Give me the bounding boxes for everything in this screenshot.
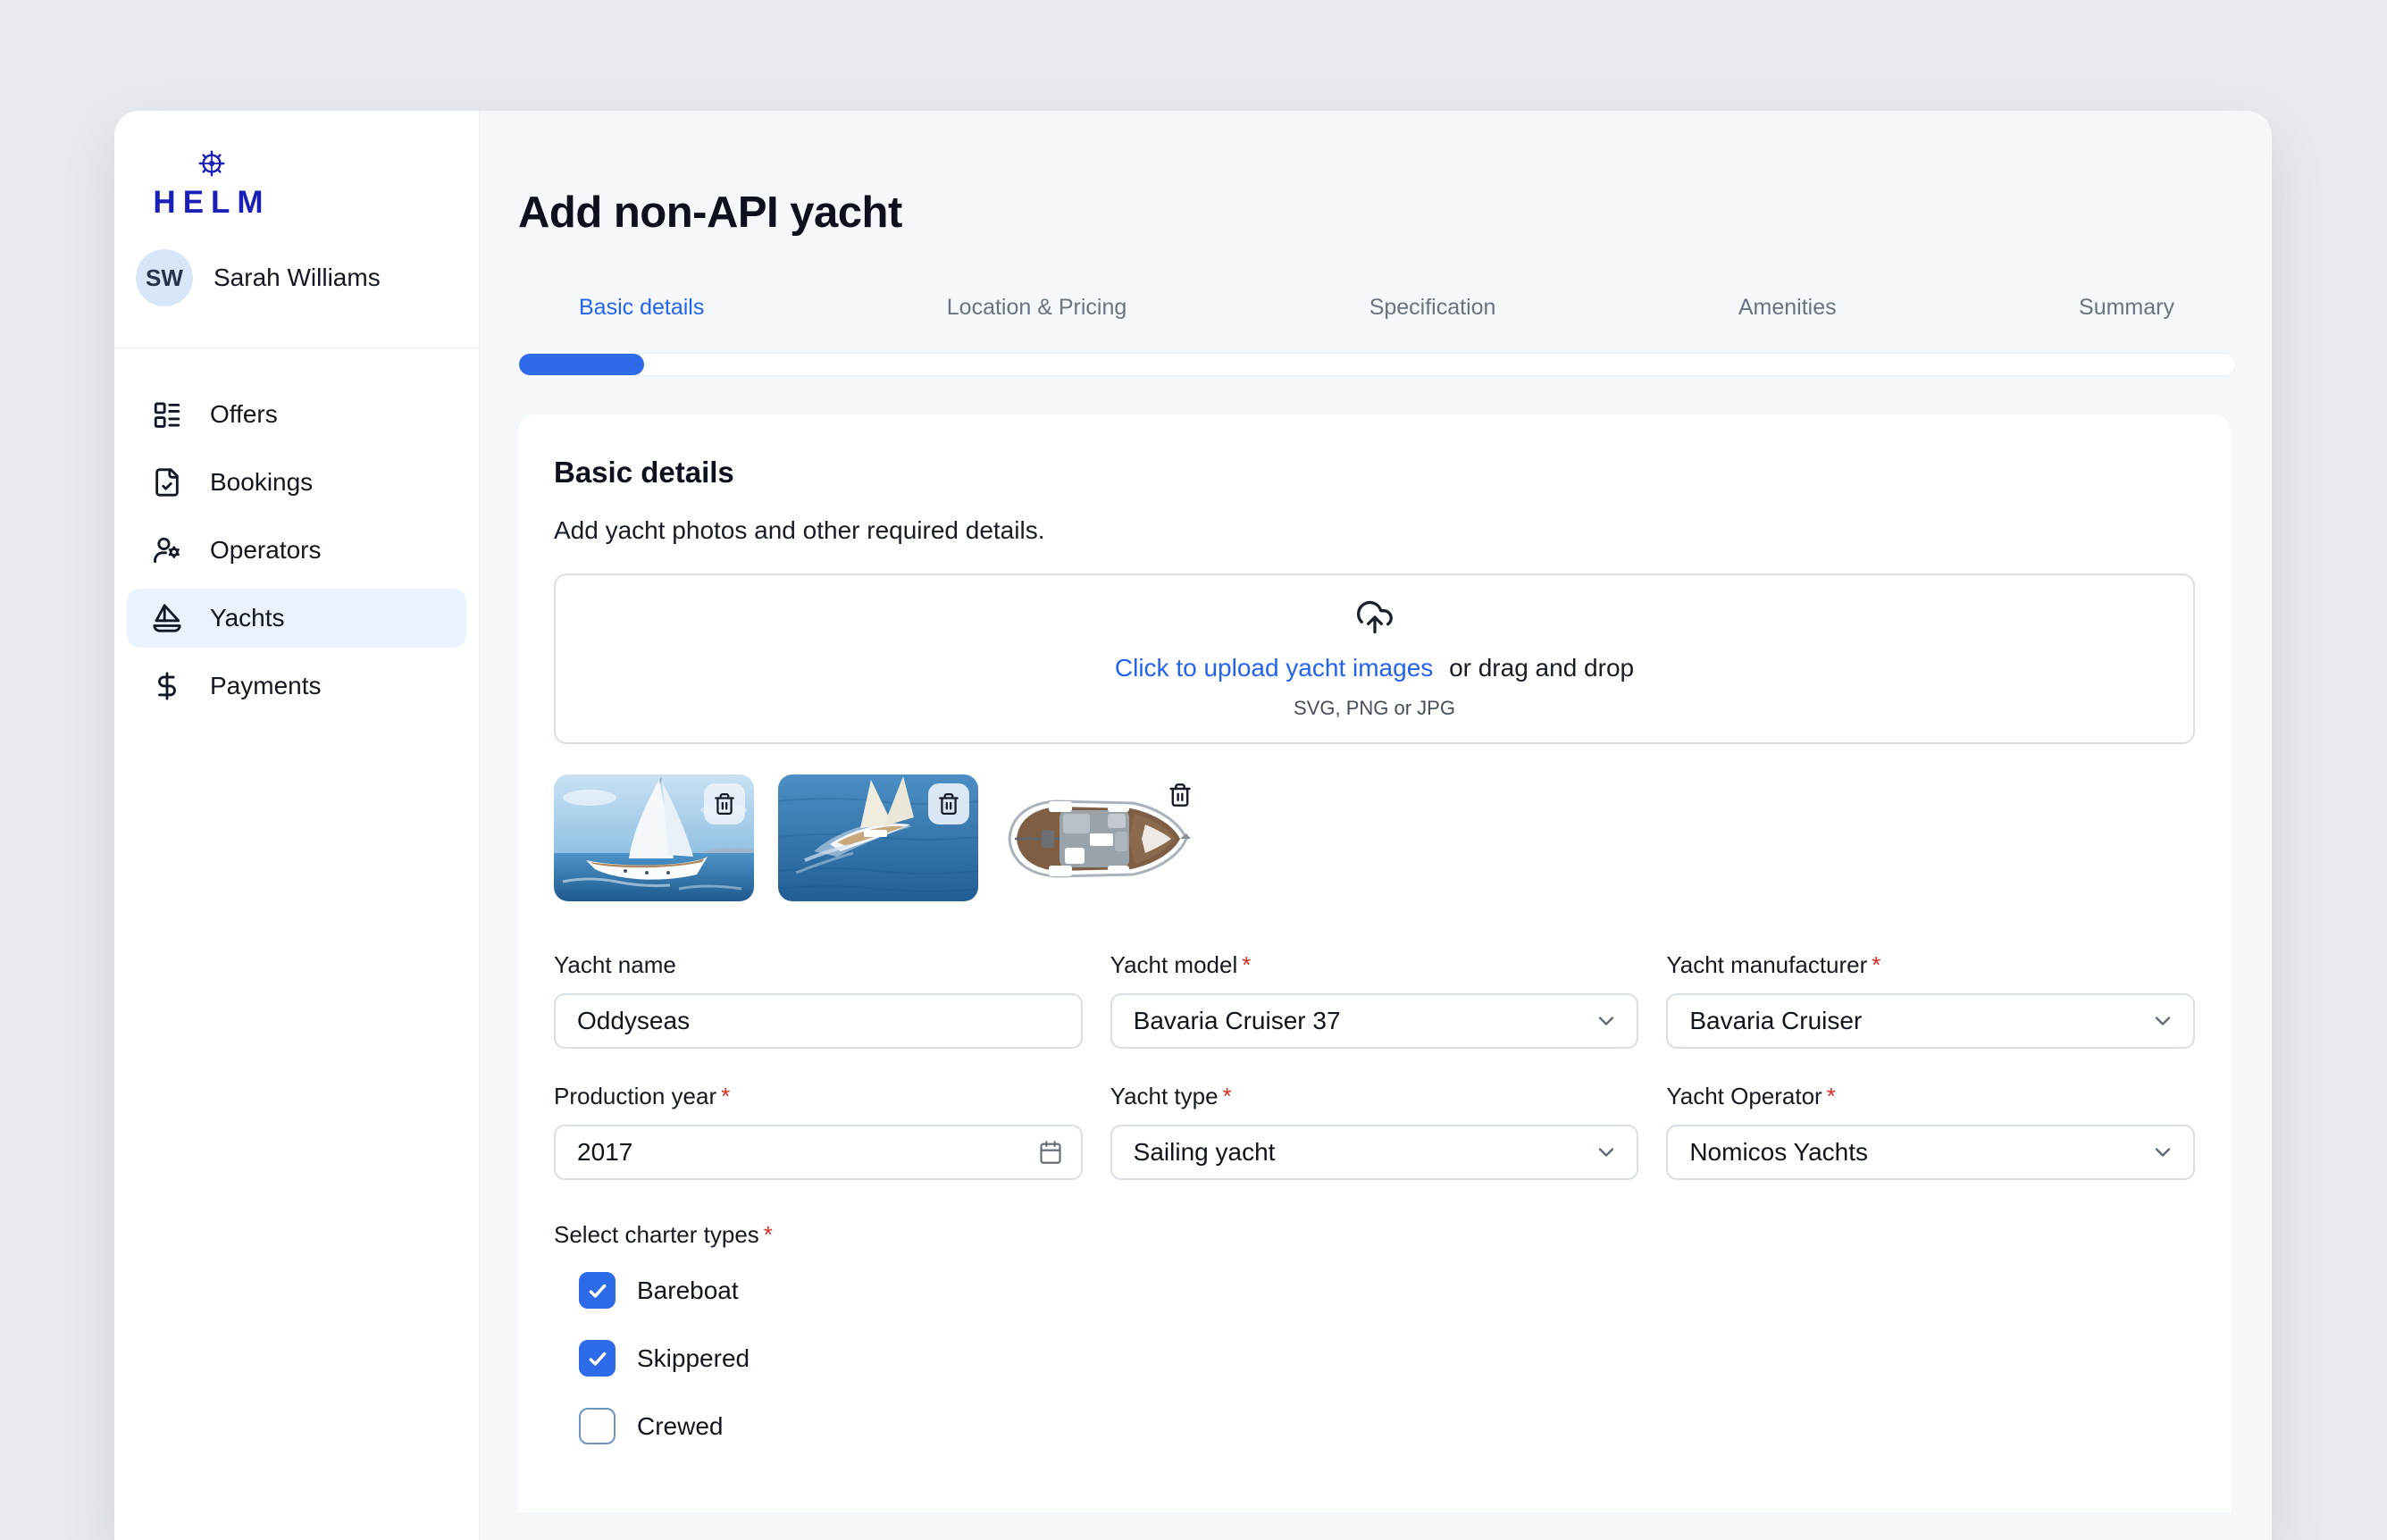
sidebar-item-bookings[interactable]: Bookings [127, 453, 466, 512]
upload-cloud-icon [1355, 598, 1395, 641]
tab-summary[interactable]: Summary [2079, 295, 2174, 321]
yacht-image-3 [1002, 774, 1192, 901]
file-check-icon [151, 466, 183, 498]
checkbox-label: Bareboat [637, 1276, 739, 1305]
delete-image-button[interactable] [928, 783, 969, 824]
field-label: Yacht Operator* [1666, 1083, 2195, 1110]
field-label: Production year* [554, 1083, 1083, 1110]
tab-specification[interactable]: Specification [1369, 295, 1496, 321]
sidebar-item-payments[interactable]: Payments [127, 657, 466, 716]
required-marker: * [1242, 951, 1251, 978]
field-yacht-manufacturer: Yacht manufacturer* Bavaria Cruiser [1666, 951, 2195, 1049]
field-yacht-model: Yacht model* Bavaria Cruiser 37 [1110, 951, 1639, 1049]
sidebar-item-label: Operators [210, 536, 322, 565]
user-name: Sarah Williams [214, 264, 381, 292]
field-production-year: Production year* [554, 1083, 1083, 1180]
checkbox-box [579, 1272, 616, 1309]
field-label: Yacht model* [1110, 951, 1639, 979]
upload-dropzone[interactable]: Click to upload yacht images or drag and… [554, 573, 2195, 744]
upload-suffix: or drag and drop [1449, 654, 1634, 682]
sidebar-item-label: Payments [210, 672, 322, 700]
section-subtitle: Add yacht photos and other required deta… [554, 516, 2195, 545]
sidebar-item-offers[interactable]: Offers [127, 385, 466, 444]
charter-types-group: Select charter types* Bareboat [554, 1221, 2195, 1444]
sidebar-nav: Offers Bookings [114, 385, 479, 716]
field-label: Yacht name [554, 951, 1083, 979]
avatar: SW [136, 249, 193, 306]
checkbox-skippered[interactable]: Skippered [579, 1340, 2195, 1377]
brand-logo: HELM [145, 148, 279, 221]
sidebar-item-yachts[interactable]: Yachts [127, 589, 466, 648]
charter-options: Bareboat Skippered Crewed [579, 1272, 2195, 1444]
sidebar: HELM SW Sarah Williams Offers [114, 111, 480, 1540]
checkbox-label: Crewed [637, 1412, 723, 1441]
ship-wheel-icon [145, 148, 279, 183]
yacht-form: Yacht name Yacht model* Bavaria Cruiser [554, 951, 2195, 1180]
field-yacht-type: Yacht type* Sailing yacht [1110, 1083, 1639, 1180]
progress-fill [519, 354, 644, 375]
field-label: Yacht type* [1110, 1083, 1639, 1110]
tab-basic-details[interactable]: Basic details [579, 295, 704, 321]
field-yacht-operator: Yacht Operator* Nomicos Yachts [1666, 1083, 2195, 1180]
sidebar-divider [114, 347, 479, 348]
uploaded-images [554, 774, 2195, 901]
stepper-tabs: Basic details Location & Pricing Specifi… [579, 295, 2174, 321]
yacht-model-select[interactable]: Bavaria Cruiser 37 [1110, 993, 1639, 1049]
upload-formats: SVG, PNG or JPG [1294, 697, 1455, 720]
sidebar-item-label: Offers [210, 400, 278, 429]
required-marker: * [764, 1221, 773, 1248]
field-label: Yacht manufacturer* [1666, 951, 2195, 979]
page-title: Add non-API yacht [518, 188, 2272, 238]
yacht-image-2 [778, 774, 978, 901]
required-marker: * [721, 1083, 730, 1109]
required-marker: * [1223, 1083, 1232, 1109]
field-yacht-name: Yacht name [554, 951, 1083, 1049]
upload-link[interactable]: Click to upload yacht images [1115, 654, 1433, 682]
app-window: HELM SW Sarah Williams Offers [114, 111, 2272, 1540]
charter-types-label: Select charter types* [554, 1221, 2195, 1249]
production-year-input[interactable] [554, 1125, 1083, 1180]
tab-amenities[interactable]: Amenities [1738, 295, 1837, 321]
screen: HELM SW Sarah Williams Offers [0, 0, 2387, 1540]
checkbox-bareboat[interactable]: Bareboat [579, 1272, 2195, 1309]
sidebar-item-label: Bookings [210, 468, 313, 497]
checkbox-box [579, 1340, 616, 1377]
sidebar-item-operators[interactable]: Operators [127, 521, 466, 580]
progress-bar [518, 353, 2236, 376]
yacht-type-select[interactable]: Sailing yacht [1110, 1125, 1639, 1180]
user-gear-icon [151, 534, 183, 566]
checkbox-label: Skippered [637, 1344, 750, 1373]
checkbox-crewed[interactable]: Crewed [579, 1408, 2195, 1444]
yacht-manufacturer-select[interactable]: Bavaria Cruiser [1666, 993, 2195, 1049]
section-title: Basic details [554, 456, 2195, 490]
upload-text: Click to upload yacht images or drag and… [1115, 654, 1634, 682]
yacht-image-1 [554, 774, 754, 901]
yacht-operator-select[interactable]: Nomicos Yachts [1666, 1125, 2195, 1180]
sidebar-item-label: Yachts [210, 604, 285, 632]
user-profile[interactable]: SW Sarah Williams [114, 249, 479, 306]
main-content: Add non-API yacht Basic details Location… [480, 111, 2272, 1540]
sailboat-icon [151, 602, 183, 634]
delete-image-button[interactable] [1160, 774, 1201, 816]
tab-location-pricing[interactable]: Location & Pricing [947, 295, 1127, 321]
delete-image-button[interactable] [704, 783, 745, 824]
layout-list-icon [151, 398, 183, 431]
dollar-icon [151, 670, 183, 702]
required-marker: * [1872, 951, 1880, 978]
yacht-name-input[interactable] [554, 993, 1083, 1049]
basic-details-card: Basic details Add yacht photos and other… [518, 414, 2231, 1512]
checkbox-box [579, 1408, 616, 1444]
required-marker: * [1827, 1083, 1836, 1109]
brand-name: HELM [145, 185, 279, 221]
